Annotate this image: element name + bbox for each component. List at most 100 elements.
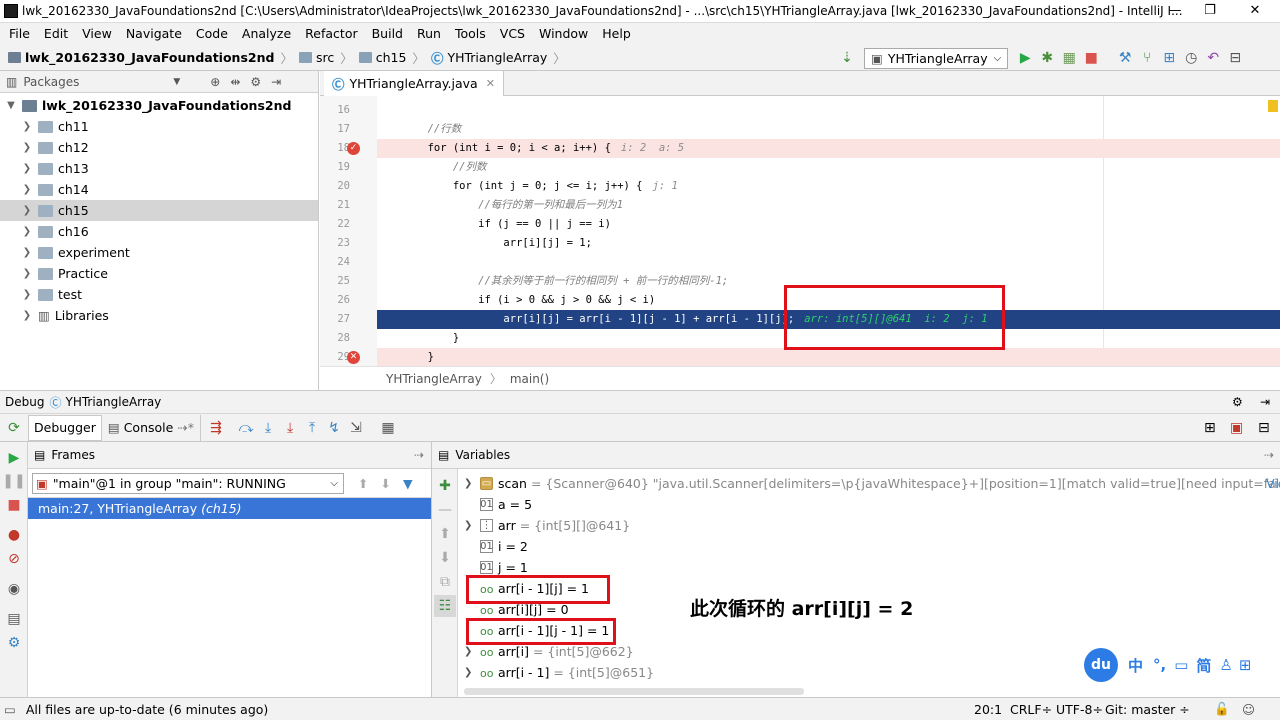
step-out-icon[interactable]: ⤒ xyxy=(301,417,323,439)
ime-grid-icon[interactable]: ⊞ xyxy=(1239,656,1252,674)
code-line[interactable]: for (int j = 0; j <= i; j++) {j: 1 xyxy=(377,177,1280,196)
minimize-button[interactable]: — xyxy=(1160,2,1190,20)
project-view-select[interactable]: Packages xyxy=(23,75,173,89)
code-line[interactable]: for (int i = 0; i < a; i++) {i: 2 a: 5 xyxy=(377,139,1280,158)
editor-gutter[interactable] xyxy=(320,96,377,366)
mute-breakpoints-icon[interactable]: ⊘ xyxy=(3,548,25,570)
variables-scrollbar[interactable] xyxy=(464,688,804,695)
debug-settings-side-icon[interactable]: ⚙ xyxy=(3,632,25,654)
caret-position[interactable]: 20:1 xyxy=(974,702,1002,717)
build-icon[interactable]: ⚒ xyxy=(1114,47,1136,69)
hide-icon[interactable]: ⇥ xyxy=(271,75,281,89)
frame-up-icon[interactable]: ⬆ xyxy=(358,476,368,491)
tree-item-test[interactable]: ❯ test xyxy=(0,284,318,305)
revert-icon[interactable]: ↶ xyxy=(1202,47,1224,69)
menu-code[interactable]: Code xyxy=(189,23,235,44)
menu-window[interactable]: Window xyxy=(532,23,595,44)
tree-item-ch11[interactable]: ❯ ch11 xyxy=(0,116,318,137)
stop-debug-icon[interactable]: ■ xyxy=(3,494,25,516)
ime-simplified[interactable]: 简 xyxy=(1196,655,1211,676)
filter-icon[interactable]: ▼ xyxy=(403,476,413,491)
tree-item-libraries[interactable]: ❯ ▥ Libraries xyxy=(0,305,318,326)
file-encoding[interactable]: UTF-8÷ xyxy=(1056,702,1103,717)
var-i[interactable]: 01 i = 2 xyxy=(464,536,528,557)
tree-item-experiment[interactable]: ❯ experiment xyxy=(0,242,318,263)
var-a[interactable]: 01 a = 5 xyxy=(464,494,532,515)
watch-arr-prev[interactable]: ❯ oo arr[i - 1] = {int[5]@651} xyxy=(464,662,654,683)
restore-layout-icon[interactable]: ▣ xyxy=(1230,420,1243,436)
tree-item-ch13[interactable]: ❯ ch13 xyxy=(0,158,318,179)
frames-hide-icon[interactable]: ⇢ xyxy=(414,448,424,462)
view-link[interactable]: View xyxy=(1266,476,1280,491)
run-icon[interactable]: ▶ xyxy=(1014,47,1036,69)
step-into-icon[interactable]: ⤓ xyxy=(257,417,279,439)
show-execution-point-icon[interactable]: ⇶ xyxy=(205,417,227,439)
ime-user-icon[interactable]: ♙ xyxy=(1219,656,1232,674)
git-branch[interactable]: Git: master ÷ xyxy=(1105,702,1190,717)
ime-logo[interactable]: du xyxy=(1084,648,1118,682)
move-down-icon[interactable]: ⬇ xyxy=(434,547,456,569)
menu-tools[interactable]: Tools xyxy=(448,23,493,44)
menu-edit[interactable]: Edit xyxy=(37,23,75,44)
code-line[interactable]: } xyxy=(377,348,1280,367)
step-over-icon[interactable]: ⤼ xyxy=(235,417,257,439)
restore-icon[interactable]: ▤ xyxy=(3,608,25,630)
copy-icon[interactable]: ⧉ xyxy=(434,571,456,593)
tab-console[interactable]: ▤ Console ⇢* xyxy=(102,414,202,441)
close-button[interactable]: ✕ xyxy=(1240,2,1270,20)
debug-config[interactable]: YHTriangleArray xyxy=(65,395,161,409)
view-dropdown-icon[interactable]: ▼ xyxy=(173,77,180,87)
history-icon[interactable]: ◷ xyxy=(1180,47,1202,69)
stop-icon[interactable]: ■ xyxy=(1080,47,1102,69)
settings-icon[interactable]: ⚙ xyxy=(250,75,261,89)
debug-hide-icon[interactable]: ⇥ xyxy=(1260,395,1270,409)
code-line[interactable]: if (j == 0 || j == i) xyxy=(377,215,1280,234)
force-step-into-icon[interactable]: ⤓ xyxy=(279,417,301,439)
collapse-icon[interactable]: ⇹ xyxy=(230,75,240,89)
tree-item-ch15[interactable]: ❯ ch15 xyxy=(0,200,318,221)
status-icon[interactable]: ▭ xyxy=(4,702,16,717)
menu-run[interactable]: Run xyxy=(410,23,448,44)
breakpoint-verified-icon[interactable]: ✓ xyxy=(347,142,360,155)
close-tab-icon[interactable]: ✕ xyxy=(486,77,495,90)
editor-breadcrumb-class[interactable]: YHTriangleArray xyxy=(386,372,482,386)
menu-analyze[interactable]: Analyze xyxy=(235,23,298,44)
breadcrumb-class[interactable]: Ⓒ YHTriangleArray 〉 xyxy=(431,48,566,67)
vcs-commit-icon[interactable]: ⊞ xyxy=(1158,47,1180,69)
evaluate-icon[interactable]: ▦ xyxy=(377,417,399,439)
breadcrumb-src[interactable]: src 〉 xyxy=(298,48,353,67)
menu-help[interactable]: Help xyxy=(595,23,638,44)
remove-watch-icon[interactable]: — xyxy=(434,499,456,521)
thread-select[interactable]: ▣ "main"@1 in group "main": RUNNING ⌵ xyxy=(32,472,344,494)
tree-root[interactable]: ▼ lwk_20162330_JavaFoundations2nd xyxy=(0,95,318,116)
drop-frame-icon[interactable]: ↯ xyxy=(323,417,345,439)
frame-down-icon[interactable]: ⬇ xyxy=(380,476,390,491)
vcs-update-icon[interactable]: ⑂ xyxy=(1136,47,1158,69)
breadcrumb-project[interactable]: lwk_20162330_JavaFoundations2nd 〉 xyxy=(8,48,293,67)
code-line[interactable]: //每行的第一列和最后一列为1 xyxy=(377,196,1280,215)
ime-keyboard-icon[interactable]: ▭ xyxy=(1174,656,1188,674)
resume-icon[interactable]: ▶ xyxy=(3,447,25,469)
camera-icon[interactable]: ◉ xyxy=(3,578,25,600)
show-watches-icon[interactable]: ☷ xyxy=(434,595,456,617)
debug-settings-icon[interactable]: ⚙ xyxy=(1232,395,1243,409)
ime-punct-mode[interactable]: °, xyxy=(1153,656,1166,674)
code-line[interactable] xyxy=(377,253,1280,272)
tree-item-ch12[interactable]: ❯ ch12 xyxy=(0,137,318,158)
code-line[interactable]: arr[i][j] = 1; xyxy=(377,234,1280,253)
menu-file[interactable]: File xyxy=(2,23,37,44)
tree-item-practice[interactable]: ❯ Practice xyxy=(0,263,318,284)
maximize-button[interactable]: ❐ xyxy=(1195,2,1225,20)
debug-icon[interactable]: ✱ xyxy=(1036,47,1058,69)
layout-icon[interactable]: ⊞ xyxy=(1204,420,1216,436)
var-arr[interactable]: ❯ ⋮ arr = {int[5][]@641} xyxy=(464,515,630,536)
menu-refactor[interactable]: Refactor xyxy=(298,23,364,44)
move-up-icon[interactable]: ⬆ xyxy=(434,523,456,545)
run-config-select[interactable]: ▣ YHTriangleArray ⌵ xyxy=(864,47,1009,69)
editor-breadcrumb-method[interactable]: main() xyxy=(510,372,549,386)
view-breakpoints-icon[interactable]: ● xyxy=(3,524,25,546)
lock-icon[interactable]: 🔓 xyxy=(1214,701,1230,717)
menu-view[interactable]: View xyxy=(75,23,119,44)
code-line[interactable]: //行数 xyxy=(377,120,1280,139)
menu-build[interactable]: Build xyxy=(365,23,410,44)
